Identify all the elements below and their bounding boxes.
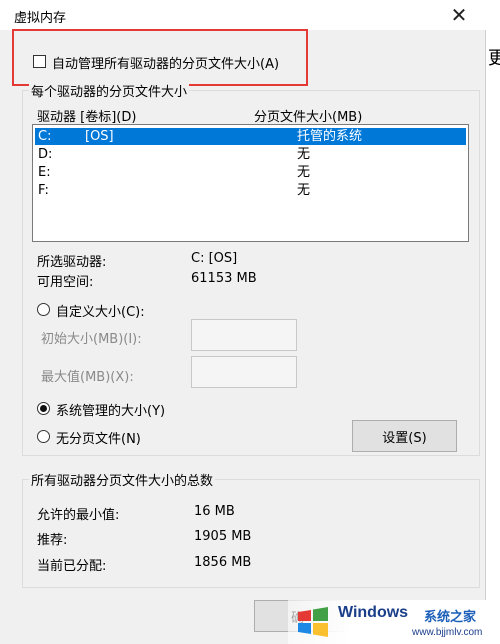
drive-page-size: 无 xyxy=(297,183,311,198)
windows-logo-icon xyxy=(298,607,328,637)
totals-group-label: 所有驱动器分页文件大小的总数 xyxy=(29,470,216,489)
drive-row-f[interactable]: F: 无 xyxy=(35,182,466,199)
drive-page-size: 无 xyxy=(297,165,311,180)
currently-allocated-label: 当前已分配: xyxy=(37,559,107,574)
drive-page-size: 托管的系统 xyxy=(297,129,363,144)
minimum-allowed-value: 16 MB xyxy=(194,504,235,519)
site-watermark: Windows 系统之家 www.bjjmlv.com xyxy=(288,600,500,644)
max-size-label: 最大值(MB)(X): xyxy=(41,370,134,385)
drive-letter: C: xyxy=(38,129,52,144)
minimum-allowed-label: 允许的最小值: xyxy=(37,508,120,523)
recommended-label: 推荐: xyxy=(37,533,68,548)
recommended-value: 1905 MB xyxy=(194,529,252,544)
currently-allocated-value: 1856 MB xyxy=(194,555,252,570)
drive-row-c[interactable]: C: [OS] 托管的系统 xyxy=(35,128,466,145)
drive-volume-label: [OS] xyxy=(85,129,114,144)
watermark-site-name: 系统之家 xyxy=(424,610,477,625)
initial-size-label: 初始大小(MB)(I): xyxy=(41,332,142,347)
drive-row-e[interactable]: E: 无 xyxy=(35,164,466,181)
per-drive-group-label: 每个驱动器的分页文件大小 xyxy=(29,81,190,100)
custom-size-label[interactable]: 自定义大小(C): xyxy=(56,301,145,320)
custom-size-radio[interactable] xyxy=(37,303,50,316)
max-size-input[interactable] xyxy=(191,356,297,388)
drive-letter: F: xyxy=(38,183,49,198)
drive-letter: D: xyxy=(38,147,53,162)
size-column-header: 分页文件大小(MB) xyxy=(254,110,363,125)
no-paging-file-radio[interactable] xyxy=(37,430,50,443)
drive-row-d[interactable]: D: 无 xyxy=(35,146,466,163)
window-title: 虚拟内存 xyxy=(14,11,67,26)
drive-list[interactable]: C: [OS] 托管的系统 D: 无 E: 无 F: 无 xyxy=(32,124,469,242)
auto-manage-checkbox[interactable] xyxy=(33,55,46,68)
drive-letter: E: xyxy=(38,165,51,180)
initial-size-input[interactable] xyxy=(191,319,297,351)
close-icon: ✕ xyxy=(450,3,468,27)
no-paging-file-label[interactable]: 无分页文件(N) xyxy=(56,428,141,447)
watermark-url: www.bjjmlv.com xyxy=(412,627,483,638)
auto-manage-label[interactable]: 自动管理所有驱动器的分页文件大小(A) xyxy=(52,53,279,72)
watermark-brand: Windows xyxy=(338,604,409,621)
background-partial-text: 更 xyxy=(488,48,500,69)
selected-drive-label: 所选驱动器: xyxy=(37,255,107,270)
background-window-edge: 更 xyxy=(485,0,500,644)
free-space-value: 61153 MB xyxy=(191,271,257,286)
system-managed-radio[interactable] xyxy=(37,402,50,415)
close-button[interactable]: ✕ xyxy=(446,3,472,27)
system-managed-label[interactable]: 系统管理的大小(Y) xyxy=(56,400,165,419)
title-bar: 虚拟内存 ✕ xyxy=(0,0,486,30)
set-button[interactable]: 设置(S) xyxy=(352,420,457,452)
free-space-label: 可用空间: xyxy=(37,275,94,290)
selected-drive-value: C: [OS] xyxy=(191,251,238,266)
drive-column-header: 驱动器 [卷标](D) xyxy=(37,110,137,125)
drive-page-size: 无 xyxy=(297,147,311,162)
